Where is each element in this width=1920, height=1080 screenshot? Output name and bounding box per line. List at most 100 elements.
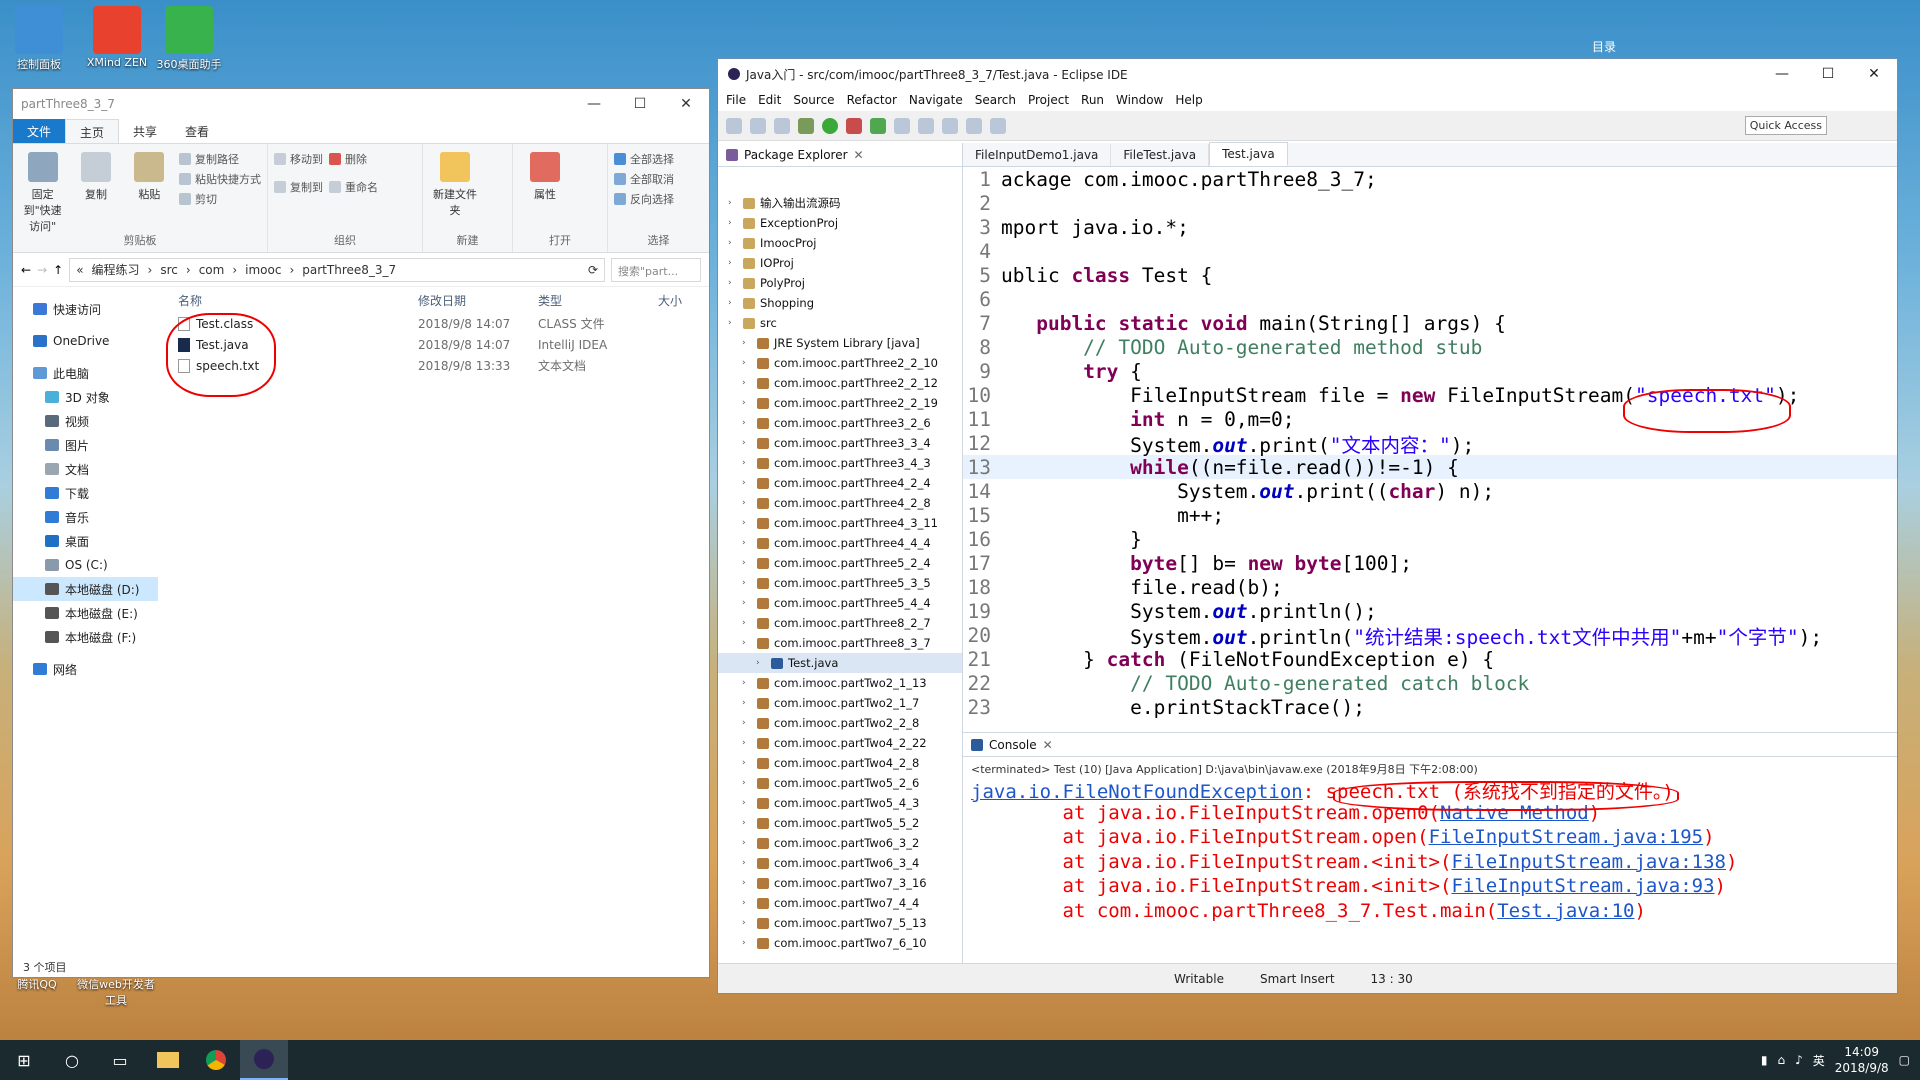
nav-drive-f[interactable]: 本地磁盘 (F:) xyxy=(13,625,158,649)
code-line[interactable]: 17 byte[] b= new byte[100]; xyxy=(963,551,1897,575)
nav-downloads[interactable]: 下载 xyxy=(13,481,158,505)
editor-tab-active[interactable]: Test.java xyxy=(1209,142,1288,166)
menu-project[interactable]: Project xyxy=(1028,93,1069,107)
expand-arrow-icon[interactable]: › xyxy=(742,618,752,628)
expand-arrow-icon[interactable]: › xyxy=(742,558,752,568)
breadcrumb-item[interactable]: partThree8_3_7 xyxy=(302,263,396,277)
breadcrumb-item[interactable]: imooc xyxy=(245,263,281,277)
network-icon[interactable]: ⌂ xyxy=(1777,1053,1785,1067)
minimize-icon[interactable]: — xyxy=(571,96,617,112)
frame-link[interactable]: FileInputStream.java:138 xyxy=(1451,851,1726,873)
tree-item[interactable]: › IOProj xyxy=(718,253,962,273)
search-icon[interactable] xyxy=(918,117,934,134)
tab-share[interactable]: 共享 xyxy=(119,119,171,143)
forward-icon[interactable]: → xyxy=(37,263,47,277)
save-icon[interactable] xyxy=(750,117,766,134)
back-icon[interactable]: ← xyxy=(21,263,31,277)
close-icon[interactable]: ✕ xyxy=(663,96,709,112)
save-all-icon[interactable] xyxy=(774,117,790,134)
notification-icon[interactable]: ▢ xyxy=(1899,1053,1910,1067)
tree-item[interactable]: › com.imooc.partTwo7_4_4 xyxy=(718,893,962,913)
expand-arrow-icon[interactable]: › xyxy=(742,478,752,488)
column-date[interactable]: 修改日期 xyxy=(418,292,538,309)
copy-to-button[interactable]: 复制到 xyxy=(274,178,323,198)
volume-icon[interactable]: ♪ xyxy=(1795,1053,1803,1067)
back-icon[interactable] xyxy=(966,117,982,134)
move-to-button[interactable]: 移动到 xyxy=(274,150,323,170)
code-line[interactable]: 21 } catch (FileNotFoundException e) { xyxy=(963,647,1897,671)
nav-videos[interactable]: 视频 xyxy=(13,409,158,433)
expand-arrow-icon[interactable]: › xyxy=(742,778,752,788)
menu-source[interactable]: Source xyxy=(793,93,834,107)
tree-item[interactable]: › com.imooc.partThree4_2_8 xyxy=(718,493,962,513)
expand-arrow-icon[interactable]: › xyxy=(742,898,752,908)
expand-arrow-icon[interactable]: › xyxy=(742,698,752,708)
run-icon[interactable] xyxy=(822,117,838,134)
column-type[interactable]: 类型 xyxy=(538,292,658,309)
expand-arrow-icon[interactable]: › xyxy=(742,598,752,608)
menu-run[interactable]: Run xyxy=(1081,93,1104,107)
expand-arrow-icon[interactable]: › xyxy=(742,718,752,728)
nav-drive-e[interactable]: 本地磁盘 (E:) xyxy=(13,601,158,625)
code-line[interactable]: 7 public static void main(String[] args)… xyxy=(963,311,1897,335)
editor-tab[interactable]: FileInputDemo1.java xyxy=(963,144,1112,166)
package-explorer-tab[interactable]: Package Explorer ✕ xyxy=(718,143,962,167)
tree-item[interactable]: › com.imooc.partThree3_4_3 xyxy=(718,453,962,473)
code-line[interactable]: 13 while((n=file.read())!=-1) { xyxy=(963,455,1897,479)
menu-search[interactable]: Search xyxy=(975,93,1016,107)
expand-arrow-icon[interactable]: › xyxy=(728,198,738,208)
tree-item[interactable]: › com.imooc.partTwo2_1_13 xyxy=(718,673,962,693)
desktop-icon-control-panel[interactable]: 控制面板 xyxy=(4,6,74,72)
tree-item[interactable]: › JRE System Library [java] xyxy=(718,333,962,353)
taskbar-chrome[interactable] xyxy=(192,1040,240,1080)
breadcrumb-item[interactable]: « xyxy=(76,263,83,277)
menu-window[interactable]: Window xyxy=(1116,93,1163,107)
tree-item[interactable]: › com.imooc.partTwo7_5_13 xyxy=(718,913,962,933)
code-line[interactable]: 19 System.out.println(); xyxy=(963,599,1897,623)
cortana-button[interactable]: ○ xyxy=(48,1040,96,1080)
new-icon[interactable] xyxy=(726,117,742,134)
ime-indicator[interactable]: 英 xyxy=(1813,1052,1825,1069)
tree-item[interactable]: › com.imooc.partTwo5_5_2 xyxy=(718,813,962,833)
start-button[interactable]: ⊞ xyxy=(0,1040,48,1080)
cut-button[interactable]: 剪切 xyxy=(178,190,261,210)
tree-item[interactable]: › Shopping xyxy=(718,293,962,313)
expand-arrow-icon[interactable]: › xyxy=(742,458,752,468)
tab-home[interactable]: 主页 xyxy=(65,119,120,143)
tree-item[interactable]: › com.imooc.partThree2_2_10 xyxy=(718,353,962,373)
close-icon[interactable]: ✕ xyxy=(1851,66,1897,82)
expand-arrow-icon[interactable]: › xyxy=(742,738,752,748)
task-view-button[interactable]: ▭ xyxy=(96,1040,144,1080)
nav-quick-access[interactable]: 快速访问 xyxy=(13,297,158,321)
open-type-icon[interactable] xyxy=(894,117,910,134)
tree-item[interactable]: › com.imooc.partTwo2_1_7 xyxy=(718,693,962,713)
code-line[interactable]: 23 e.printStackTrace(); xyxy=(963,695,1897,719)
expand-arrow-icon[interactable]: › xyxy=(742,518,752,528)
tree-item[interactable]: › com.imooc.partThree5_3_5 xyxy=(718,573,962,593)
expand-arrow-icon[interactable]: › xyxy=(742,338,752,348)
expand-arrow-icon[interactable]: › xyxy=(742,858,752,868)
editor-tab[interactable]: FileTest.java xyxy=(1111,144,1210,166)
new-java-class-icon[interactable] xyxy=(870,117,886,134)
taskbar-eclipse[interactable] xyxy=(240,1040,288,1080)
tree-item[interactable]: › com.imooc.partThree3_3_4 xyxy=(718,433,962,453)
nav-drive-c[interactable]: OS (C:) xyxy=(13,553,158,577)
nav-network[interactable]: 网络 xyxy=(13,657,158,681)
tab-view[interactable]: 查看 xyxy=(171,119,223,143)
desktop-icon-wechat-dev[interactable]: 微信web开发者工具 xyxy=(76,976,156,1008)
column-name[interactable]: 名称 xyxy=(158,292,418,309)
breadcrumb-item[interactable]: 编程练习 xyxy=(92,261,140,278)
frame-link[interactable]: Test.java:10 xyxy=(1497,900,1634,922)
tree-item[interactable]: › com.imooc.partThree3_2_6 xyxy=(718,413,962,433)
code-line[interactable]: 9 try { xyxy=(963,359,1897,383)
tree-item[interactable]: › com.imooc.partThree4_3_11 xyxy=(718,513,962,533)
breadcrumb-item[interactable]: com xyxy=(199,263,225,277)
column-size[interactable]: 大小 xyxy=(658,292,682,309)
nav-documents[interactable]: 文档 xyxy=(13,457,158,481)
tree-item[interactable]: › com.imooc.partThree4_4_4 xyxy=(718,533,962,553)
tree-item[interactable]: › com.imooc.partTwo4_2_22 xyxy=(718,733,962,753)
refresh-icon[interactable]: ⟳ xyxy=(588,263,598,277)
minimize-icon[interactable]: — xyxy=(1759,66,1805,82)
tree-item[interactable]: › com.imooc.partThree4_2_4 xyxy=(718,473,962,493)
tree-item[interactable]: › com.imooc.partTwo6_3_4 xyxy=(718,853,962,873)
